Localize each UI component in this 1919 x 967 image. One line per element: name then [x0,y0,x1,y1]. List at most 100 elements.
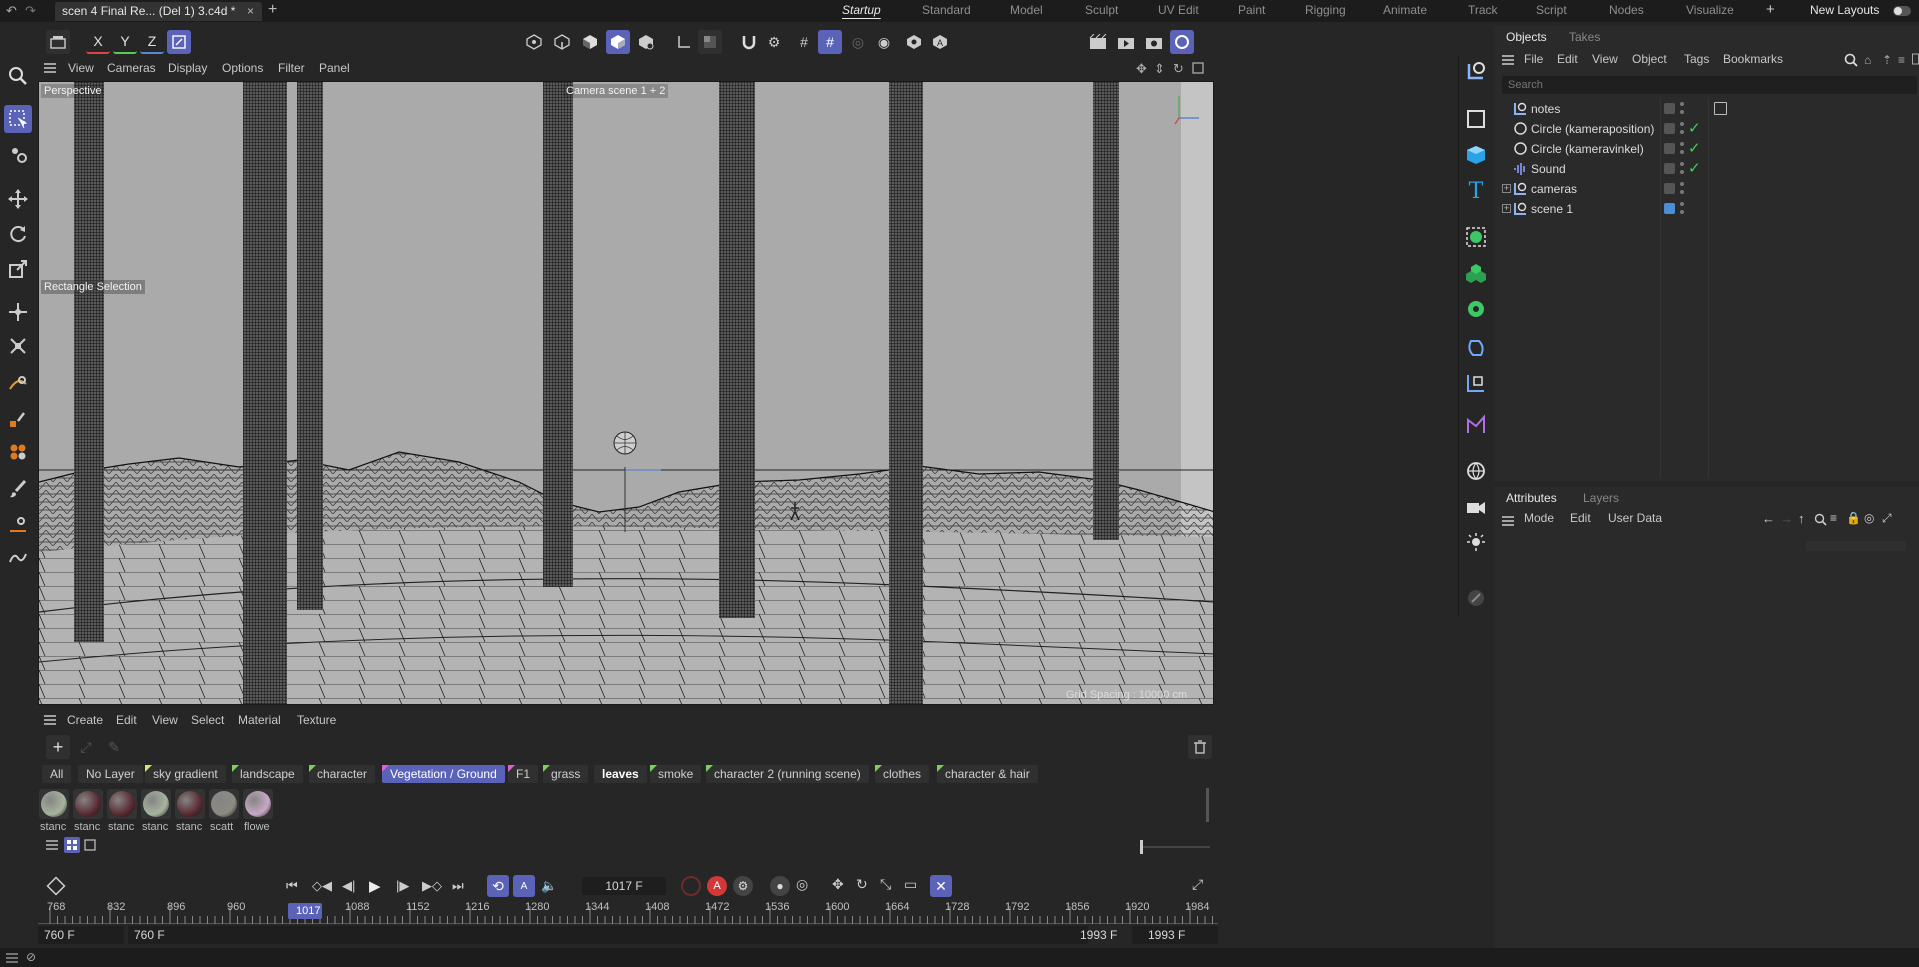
workplane-snap-icon[interactable]: # [818,30,842,54]
motion-capture-icon[interactable]: ● [770,876,790,896]
render-to-picture-viewer-icon[interactable] [1114,30,1138,54]
layer-chip-character[interactable]: character [309,765,376,783]
soft-selection-icon[interactable]: ◎ [846,30,870,54]
render-visibility-dot[interactable] [1680,150,1684,154]
document-tab[interactable]: scen 4 Final Re... (Del 1) 3.c4d * × [55,2,262,21]
object-row-cameras[interactable]: + cameras [1500,179,1919,199]
position-key-icon[interactable]: ✥ [832,876,844,893]
enable-checkbox[interactable] [1664,143,1675,154]
axis-mode-icon[interactable] [672,30,696,54]
deformer-icon[interactable] [1461,333,1491,363]
layout-script[interactable]: Script [1536,3,1567,17]
layer-chip-grass[interactable]: grass [543,765,589,783]
menu-options[interactable]: Options [222,61,263,75]
mat-menu-view[interactable]: View [152,713,178,727]
check-icon[interactable]: ✓ [1688,119,1701,139]
objects-search-icon[interactable] [1844,53,1858,67]
layout-startup[interactable]: Startup [842,3,881,17]
edges-mode-icon[interactable] [550,30,574,54]
layer-chip-character-hair[interactable]: character & hair [937,765,1038,783]
material-swatch[interactable] [209,789,239,819]
new-tab-button[interactable]: + [268,1,277,19]
layer-chip-sky-gradient[interactable]: sky gradient [145,765,226,783]
enable-checkbox[interactable] [1664,103,1675,114]
layer-chip-smoke[interactable]: smoke [650,765,702,783]
settings-icon[interactable]: ◎ [1864,511,1874,525]
object-row-circle-kameravinkel[interactable]: Circle (kameravinkel) ✓ [1500,139,1919,159]
check-icon[interactable]: ✓ [1688,139,1701,159]
layout-model[interactable]: Model [1010,3,1043,17]
grid-snap-icon[interactable]: # [792,30,816,54]
tab-attributes[interactable]: Attributes [1506,491,1557,505]
layout-paint[interactable]: Paint [1238,3,1265,17]
menu-view[interactable]: View [68,61,94,75]
layer-chip-leaves[interactable]: leaves [594,765,647,783]
lock-y-button[interactable]: Y [113,30,137,54]
object-row-circle-kameraposition[interactable]: Circle (kameraposition) ✓ [1500,119,1919,139]
dolly-view-icon[interactable]: ⇕ [1154,61,1165,77]
annotation-tag-icon[interactable] [1714,102,1727,115]
attributes-search-icon[interactable] [1814,513,1827,526]
start-field[interactable]: 760 F [128,926,1088,944]
transform-tool-icon[interactable] [4,298,32,326]
spline-sketch-icon[interactable] [4,405,32,433]
timeline-ruler[interactable] [38,902,1218,924]
attributes-hamburger-icon[interactable] [1502,516,1514,526]
paint-icon[interactable] [4,510,32,538]
camera-label[interactable]: Camera scene 1 + 2 [563,84,669,98]
uv-mode-icon[interactable] [634,30,658,54]
render-queue-icon[interactable] [46,30,70,54]
scale-tool-icon[interactable] [4,255,32,283]
render-active-view-icon[interactable] [1086,30,1110,54]
param-key-icon[interactable]: ▭ [904,876,917,893]
enable-checkbox[interactable] [1664,163,1675,174]
object-row-notes[interactable]: notes [1500,99,1919,119]
light-icon[interactable] [1461,528,1491,558]
cloner-icon[interactable] [1461,258,1491,288]
rotate-view-icon[interactable]: ↻ [1173,61,1184,77]
render-visibility-dot[interactable] [1680,210,1684,214]
timeline-graph-icon[interactable]: ⤢ [1192,876,1203,893]
rotation-key-icon[interactable]: ↻ [856,876,868,893]
menu-display[interactable]: Display [168,61,207,75]
obj-menu-view[interactable]: View [1592,52,1618,66]
object-row-scene-1[interactable]: + scene 1 [1500,199,1919,219]
play-icon[interactable]: ▶ [369,877,381,895]
up-arrow-icon[interactable]: ↑ [1798,511,1805,526]
layer-chip-f1[interactable]: F1 [508,765,539,783]
brush-icon[interactable] [4,475,32,503]
mat-menu-edit[interactable]: Edit [116,713,137,727]
object-row-sound[interactable]: Sound ✓ [1500,159,1919,179]
subdivision-icon[interactable] [1461,222,1491,252]
previous-frame-icon[interactable]: ◀| [342,878,355,894]
enable-checkbox[interactable] [1664,123,1675,134]
material-swatch[interactable] [39,789,69,819]
render-settings-icon[interactable] [1142,30,1166,54]
previous-key-icon[interactable]: ◇◀ [312,878,332,894]
lock-icon[interactable]: 🔒 [1846,511,1861,525]
keyframe-icon[interactable] [46,876,66,896]
go-to-start-icon[interactable]: ⏮ [286,878,298,894]
layout-sculpt[interactable]: Sculpt [1085,3,1118,17]
obj-menu-edit[interactable]: Edit [1557,52,1578,66]
layer-chip-vegetation-ground[interactable]: Vegetation / Ground [382,765,505,783]
render-view-icon[interactable] [902,30,926,54]
add-layout-button[interactable]: + [1766,1,1775,18]
layer-chip-clothes[interactable]: clothes [875,765,930,783]
start-min-field[interactable]: 760 F [38,926,124,944]
editor-visibility-dot[interactable] [1680,182,1684,186]
effector-icon[interactable] [1461,294,1491,324]
editor-visibility-dot[interactable] [1680,142,1684,146]
scene-object-icon[interactable] [1461,410,1491,440]
model-mode-icon[interactable] [606,30,630,54]
slider-handle[interactable] [1140,840,1143,854]
layout-visualize[interactable]: Visualize [1686,3,1734,17]
editor-visibility-dot[interactable] [1680,122,1684,126]
new-layouts-button[interactable]: New Layouts [1810,3,1879,17]
mograph-cloner-icon[interactable] [4,438,32,466]
add-material-button[interactable]: + [46,735,70,759]
render-visibility-dot[interactable] [1680,190,1684,194]
menu-panel[interactable]: Panel [319,61,350,75]
render-visibility-dot[interactable] [1680,170,1684,174]
layout-animate[interactable]: Animate [1383,3,1427,17]
